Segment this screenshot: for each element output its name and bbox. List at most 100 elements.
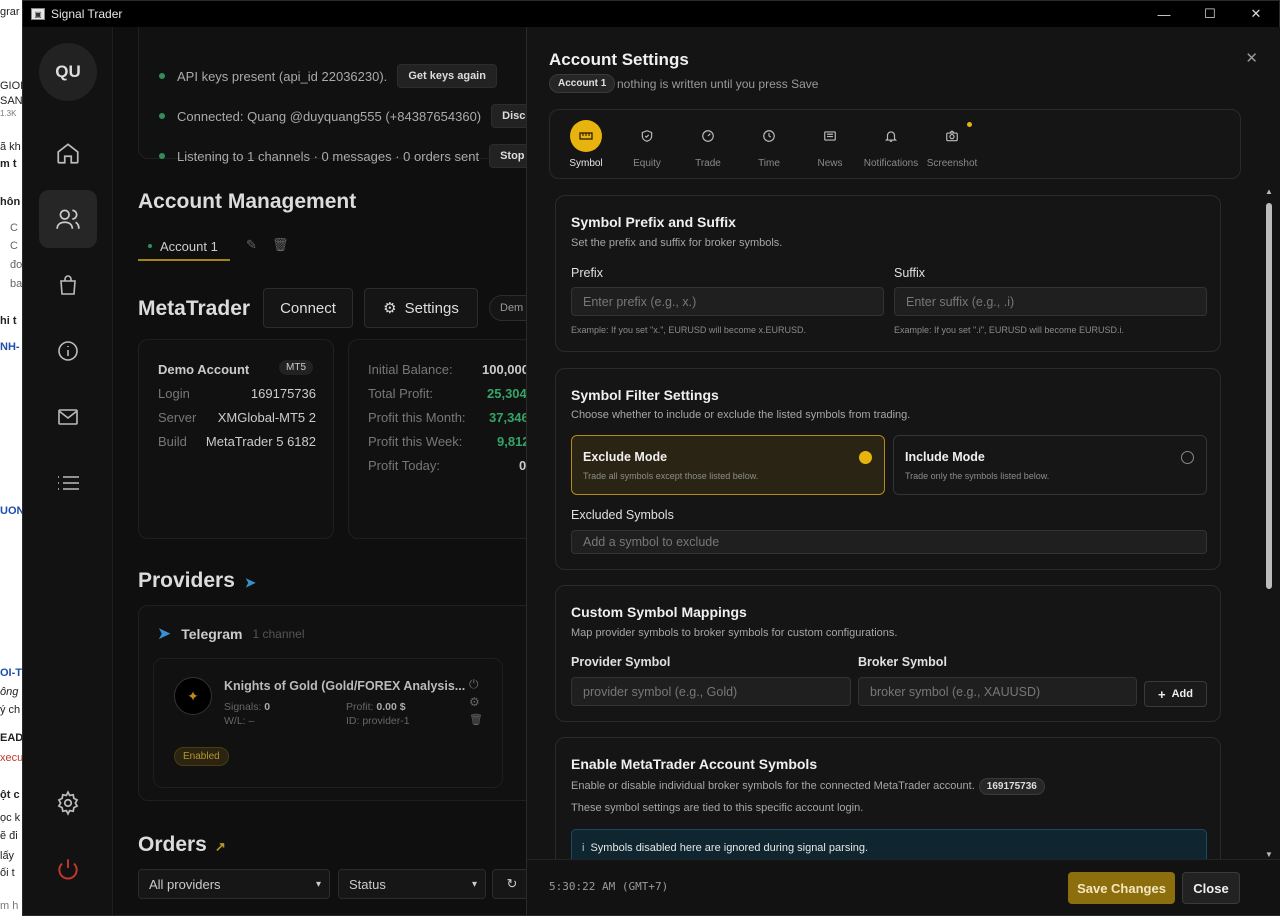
scroll-up-icon[interactable]: ▲ (1265, 187, 1273, 196)
close-button[interactable]: Close (1182, 872, 1240, 904)
shield-icon (631, 120, 663, 152)
exclude-mode-option[interactable]: Exclude Mode Trade all symbols except th… (571, 435, 885, 495)
provider-card[interactable]: ✦ Knights of Gold (Gold/FOREX Analysis..… (153, 658, 503, 788)
close-window-icon[interactable]: ✕ (1233, 1, 1279, 27)
list-icon[interactable] (39, 454, 97, 512)
settings-button[interactable]: ⚙ Settings (364, 288, 478, 328)
exclude-mode-radio[interactable] (859, 451, 872, 464)
profit-week-label: Profit this Week: (368, 434, 463, 449)
tab-symbol[interactable]: Symbol (556, 120, 616, 169)
balance-label: Initial Balance: (368, 362, 453, 377)
maximize-icon[interactable]: ☐ (1187, 1, 1233, 27)
section-title: Enable MetaTrader Account Symbols (571, 756, 818, 772)
include-mode-option[interactable]: Include Mode Trade only the symbols list… (893, 435, 1207, 495)
status-row: Connected: Quang @duyquang555 (+84387654… (159, 104, 526, 128)
stop-listening-button[interactable]: Stop lis (489, 144, 526, 168)
gear-icon[interactable] (39, 774, 97, 832)
tab-equity[interactable]: Equity (617, 120, 677, 169)
shopping-bag-icon[interactable] (39, 256, 97, 314)
bg-text: ọc k (0, 812, 21, 824)
bg-text: ông (0, 686, 19, 698)
profit-today-value: 0 (519, 458, 526, 473)
info-icon[interactable] (39, 322, 97, 380)
home-icon[interactable] (39, 124, 97, 182)
account-badge: Account 1 (549, 74, 616, 93)
gear-icon: ⚙ (383, 300, 397, 317)
profit-today-label: Profit Today: (368, 458, 441, 473)
orders-title: Orders ↗ (138, 833, 226, 856)
close-icon[interactable]: ✕ (1245, 49, 1258, 67)
get-keys-button[interactable]: Get keys again (397, 64, 497, 88)
bg-text: m h (0, 900, 19, 912)
tab-time[interactable]: Time (739, 120, 799, 169)
scrollbar[interactable]: ▲ ▼ (1264, 187, 1274, 859)
status-row: Listening to 1 channels · 0 messages · 0… (159, 144, 526, 168)
provider-symbol-label: Provider Symbol (571, 655, 671, 669)
scrollbar-thumb[interactable] (1266, 203, 1272, 589)
dialog-title: Account Settings (549, 50, 689, 69)
disconnect-button[interactable]: Disco (491, 104, 526, 128)
excluded-symbols-input[interactable]: Add a symbol to exclude (571, 530, 1207, 554)
account-tab[interactable]: Account 1 (138, 233, 230, 261)
bg-text: ý ch (0, 704, 21, 716)
save-changes-button[interactable]: Save Changes (1068, 872, 1175, 904)
trash-icon[interactable]: 🗑 (272, 237, 289, 253)
login-label: Login (158, 386, 190, 401)
bg-text: hôn (0, 196, 21, 208)
gear-icon[interactable]: ⚙ (469, 695, 480, 709)
total-profit-label: Total Profit: (368, 386, 434, 401)
tab-notifications[interactable]: Notifications (861, 120, 921, 169)
build-value: MetaTrader 5 6182 (205, 434, 316, 449)
sidebar: QU (23, 27, 113, 915)
suffix-label: Suffix (894, 266, 926, 280)
tab-screenshot[interactable]: Screenshot (922, 120, 982, 169)
avatar[interactable]: QU (39, 43, 97, 101)
section-description: Enable or disable individual broker symb… (571, 778, 1045, 795)
trash-icon[interactable]: 🗑 (469, 713, 483, 726)
broker-symbol-input[interactable]: broker symbol (e.g., XAUUSD) (858, 677, 1137, 706)
bg-text: C (10, 222, 18, 234)
telegram-icon: ➤ (244, 575, 256, 590)
prefix-input[interactable]: Enter prefix (e.g., x.) (571, 287, 884, 316)
app-icon: ▣ (31, 8, 45, 20)
profit-month-value: 37,346 (489, 410, 526, 425)
suffix-input[interactable]: Enter suffix (e.g., .i) (894, 287, 1207, 316)
provider-filter-select[interactable]: All providers ▾ (138, 869, 330, 899)
power-icon[interactable]: ⏻ (469, 677, 479, 692)
tab-trade[interactable]: Trade (678, 120, 738, 169)
minimize-icon[interactable]: — (1141, 1, 1187, 27)
power-icon[interactable] (39, 840, 97, 898)
tab-news[interactable]: News (800, 120, 860, 169)
include-mode-radio[interactable] (1181, 451, 1194, 464)
add-mapping-button[interactable]: + Add (1144, 681, 1207, 707)
build-label: Build (158, 434, 187, 449)
excluded-symbols-label: Excluded Symbols (571, 508, 674, 522)
server-label: Server (158, 410, 197, 425)
account-login-chip: 169175736 (978, 778, 1045, 795)
bg-text: 1.3K (0, 109, 17, 118)
provider-symbol-input[interactable]: provider symbol (e.g., Gold) (571, 677, 851, 706)
prefix-label: Prefix (571, 266, 603, 280)
status-filter-select[interactable]: Status ▾ (338, 869, 486, 899)
demo-badge: Dem (489, 295, 526, 321)
bg-text: ba (10, 278, 22, 290)
mail-icon[interactable] (39, 388, 97, 446)
provider-wl: W/L: – (224, 715, 255, 727)
edit-icon[interactable]: ✎ (246, 237, 257, 253)
bg-text: xecu (0, 752, 22, 764)
account-settings-dialog: Account Settings ✕ Account 1 nothing is … (526, 27, 1280, 915)
broker-symbol-label: Broker Symbol (858, 655, 947, 669)
enable-symbols-section: Enable MetaTrader Account Symbols Enable… (555, 737, 1221, 859)
bg-text: NH- (0, 341, 20, 353)
scroll-down-icon[interactable]: ▼ (1265, 850, 1273, 859)
gauge-icon (692, 120, 724, 152)
notification-dot (967, 122, 972, 127)
connect-button[interactable]: Connect (263, 288, 353, 328)
settings-scroll-area: Symbol Prefix and Suffix Set the prefix … (549, 187, 1253, 859)
refresh-button[interactable]: ↻ (492, 869, 526, 899)
prefix-hint: Example: If you set "x.", EURUSD will be… (571, 325, 806, 335)
camera-icon (936, 120, 968, 152)
main-panel: API keys present (api_id 22036230). Get … (114, 27, 526, 915)
bg-text: hi t (0, 315, 17, 327)
users-icon[interactable] (39, 190, 97, 248)
